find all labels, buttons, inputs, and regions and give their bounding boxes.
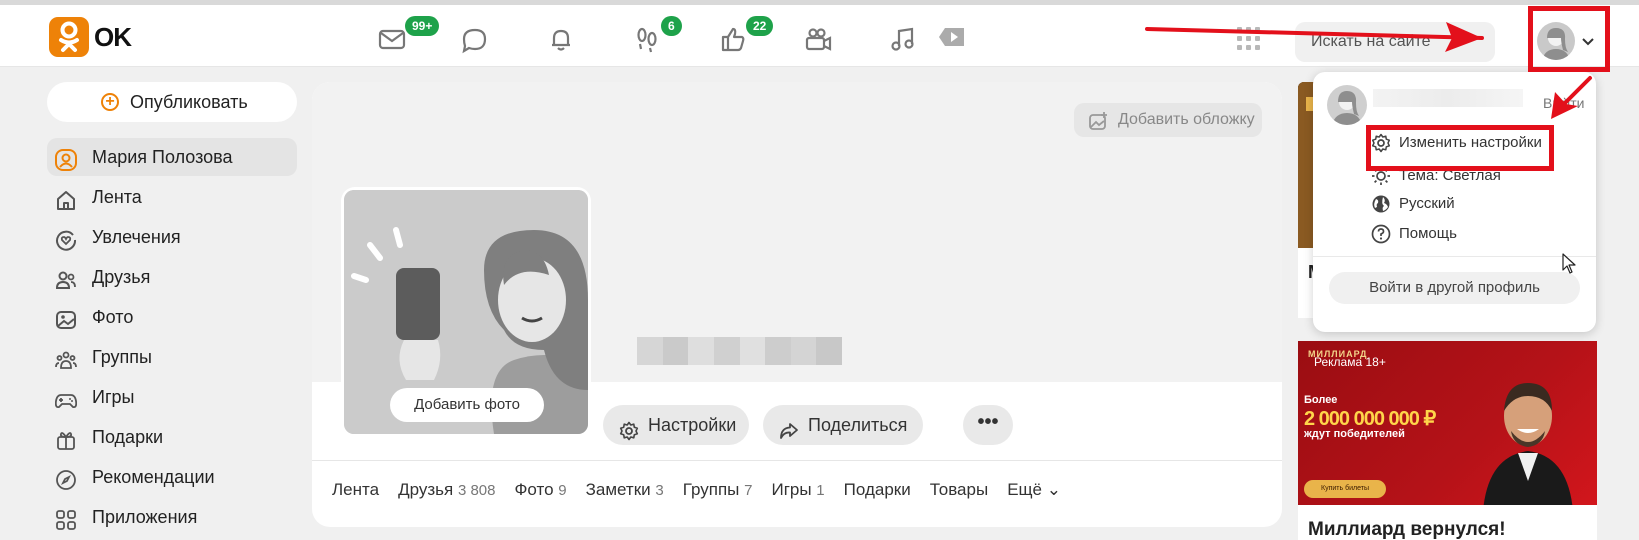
globe-icon <box>1371 194 1391 214</box>
tab-gifts[interactable]: Подарки <box>844 480 911 510</box>
help-icon <box>1371 224 1391 244</box>
ad-bottom-title[interactable]: Миллиард вернулся! <box>1298 505 1597 540</box>
ad-person-illustration <box>1483 383 1573 505</box>
ad-line-3: ждут победителей <box>1304 428 1405 440</box>
sidebar-item-label: Приложения <box>92 507 198 527</box>
sidebar-item-recommendations[interactable]: Рекомендации <box>47 458 297 496</box>
mouse-cursor-icon <box>1562 253 1576 274</box>
sidebar-item-friends[interactable]: Друзья <box>47 258 297 296</box>
gamepad-icon <box>54 386 78 409</box>
groups-icon <box>55 346 77 369</box>
dropdown-user-name-redacted <box>1373 89 1523 107</box>
chat-icon[interactable] <box>459 24 489 54</box>
user-icon <box>55 146 77 171</box>
ad-age-label: Реклама 18+ <box>1314 355 1386 369</box>
settings-label: Настройки <box>648 415 737 435</box>
annotation-highlight-avatar <box>1528 6 1610 72</box>
tab-goods[interactable]: Товары <box>930 480 988 510</box>
profile-card: Добавить обложку Добавить фото Настройки <box>312 82 1282 527</box>
menu-item-language[interactable]: Русский <box>1371 192 1455 216</box>
tab-photo[interactable]: Фото 9 <box>514 480 566 510</box>
tab-notes[interactable]: Заметки 3 <box>586 480 664 510</box>
menu-item-help[interactable]: Помощь <box>1371 222 1457 246</box>
gift-icon <box>55 426 77 450</box>
thumbs-up-icon[interactable] <box>718 24 748 54</box>
sidebar-item-gifts[interactable]: Подарки <box>47 418 297 456</box>
publish-label: Опубликовать <box>130 92 248 112</box>
publish-button[interactable]: + Опубликовать <box>47 82 297 122</box>
menu-item-label: Русский <box>1399 195 1455 212</box>
sidebar-item-hobbies[interactable]: Увлечения <box>47 218 297 256</box>
top-bar: OK 99+ 6 22 Искать на сайте <box>0 0 1639 67</box>
ad-line-1: Более <box>1304 394 1338 406</box>
share-icon <box>779 415 799 439</box>
ad-cta-button[interactable]: Купить билеты <box>1304 480 1386 498</box>
music-icon[interactable] <box>888 24 918 54</box>
gear-icon <box>619 415 639 441</box>
thumbs-up-badge: 22 <box>746 16 774 36</box>
share-button[interactable]: Поделиться <box>763 405 923 445</box>
more-options-button[interactable]: ••• <box>963 405 1013 445</box>
tab-feed[interactable]: Лента <box>332 480 379 510</box>
compass-icon <box>55 466 77 490</box>
settings-button[interactable]: Настройки <box>603 405 749 445</box>
apps-icon <box>55 506 77 530</box>
switch-profile-button[interactable]: Войти в другой профиль <box>1329 272 1580 304</box>
add-photo-button[interactable]: Добавить фото <box>390 388 544 422</box>
sidebar-item-feed[interactable]: Лента <box>47 178 297 216</box>
tab-friends[interactable]: Друзья 3 808 <box>398 480 495 510</box>
sidebar-item-label: Мария Полозова <box>92 147 233 167</box>
sidebar-item-label: Друзья <box>92 267 151 287</box>
tab-groups[interactable]: Группы 7 <box>683 480 753 510</box>
mail-icon[interactable] <box>377 24 407 54</box>
sidebar-item-photo[interactable]: Фото <box>47 298 297 336</box>
profile-dropdown-menu: Выйти Изменить настройки Тема: Светлая Р… <box>1313 72 1596 332</box>
apps-grid-icon[interactable] <box>1234 24 1264 54</box>
sidebar-item-label: Увлечения <box>92 227 181 247</box>
menu-item-label: Помощь <box>1399 225 1457 242</box>
profile-tabs: Лента Друзья 3 808 Фото 9 Заметки 3 Груп… <box>332 480 1061 510</box>
divider <box>312 460 1282 461</box>
heart-circle-icon <box>55 226 77 251</box>
tab-games[interactable]: Игры 1 <box>771 480 824 510</box>
sidebar-item-label: Фото <box>92 307 134 327</box>
sidebar-item-groups[interactable]: Группы <box>47 338 297 376</box>
profile-name-redacted <box>637 337 842 365</box>
bell-icon[interactable] <box>546 24 576 54</box>
image-add-icon <box>1088 110 1108 130</box>
mail-badge: 99+ <box>405 16 440 36</box>
sidebar-item-label: Лента <box>92 187 142 207</box>
sidebar-item-games[interactable]: Игры <box>47 378 297 416</box>
tab-more[interactable]: Ещё ⌄ <box>1007 480 1061 510</box>
sidebar-item-profile[interactable]: Мария Полозова <box>47 138 297 176</box>
placeholder-avatar-illustration: Добавить фото <box>344 190 588 434</box>
annotation-highlight-settings <box>1366 125 1554 171</box>
friends-icon <box>55 266 77 289</box>
profile-photo[interactable]: Добавить фото <box>341 187 591 437</box>
sidebar-item-apps[interactable]: Приложения <box>47 498 297 536</box>
add-cover-button[interactable]: Добавить обложку <box>1074 103 1262 137</box>
sidebar-item-label: Игры <box>92 387 135 407</box>
sidebar-item-label: Подарки <box>92 427 164 447</box>
add-cover-label: Добавить обложку <box>1118 111 1255 128</box>
video-play-icon[interactable] <box>937 22 967 52</box>
video-camera-icon[interactable] <box>803 24 833 54</box>
ok-logo-icon[interactable] <box>49 17 89 57</box>
logout-link[interactable]: Выйти <box>1543 95 1584 111</box>
avatar[interactable] <box>1327 85 1367 125</box>
footprints-badge: 6 <box>661 16 682 36</box>
divider <box>1313 256 1596 257</box>
footprints-icon[interactable] <box>632 24 662 54</box>
sidebar-item-label: Рекомендации <box>92 467 215 487</box>
plus-icon: + <box>101 93 119 111</box>
photo-icon <box>55 306 77 329</box>
search-input[interactable]: Искать на сайте <box>1295 22 1495 62</box>
share-label: Поделиться <box>808 415 908 435</box>
home-icon <box>55 186 77 210</box>
sidebar-item-label: Группы <box>92 347 152 367</box>
logo-text[interactable]: OK <box>94 22 132 53</box>
ad-banner-bottom[interactable]: МИЛЛИАРД Реклама 18+ Более 2 000 000 000… <box>1298 341 1597 505</box>
